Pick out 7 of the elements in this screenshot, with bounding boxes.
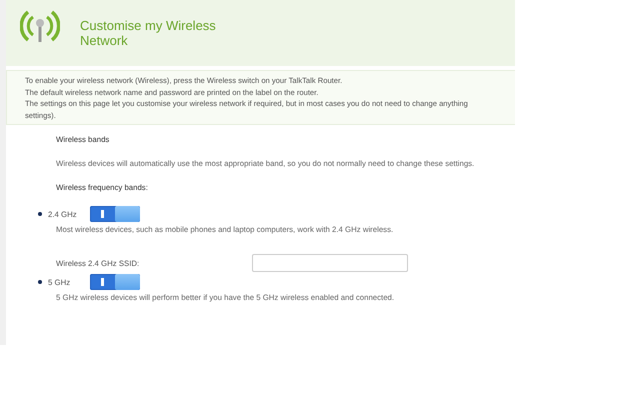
bullet-icon xyxy=(38,280,42,284)
band-toggle[interactable] xyxy=(90,206,140,222)
ssid-input-field[interactable] xyxy=(252,254,408,272)
wireless-antenna-icon xyxy=(20,8,60,44)
page-title: Customise my Wireless Network xyxy=(80,18,217,48)
bullet-icon xyxy=(38,212,42,216)
band-toggle[interactable] xyxy=(90,274,140,290)
